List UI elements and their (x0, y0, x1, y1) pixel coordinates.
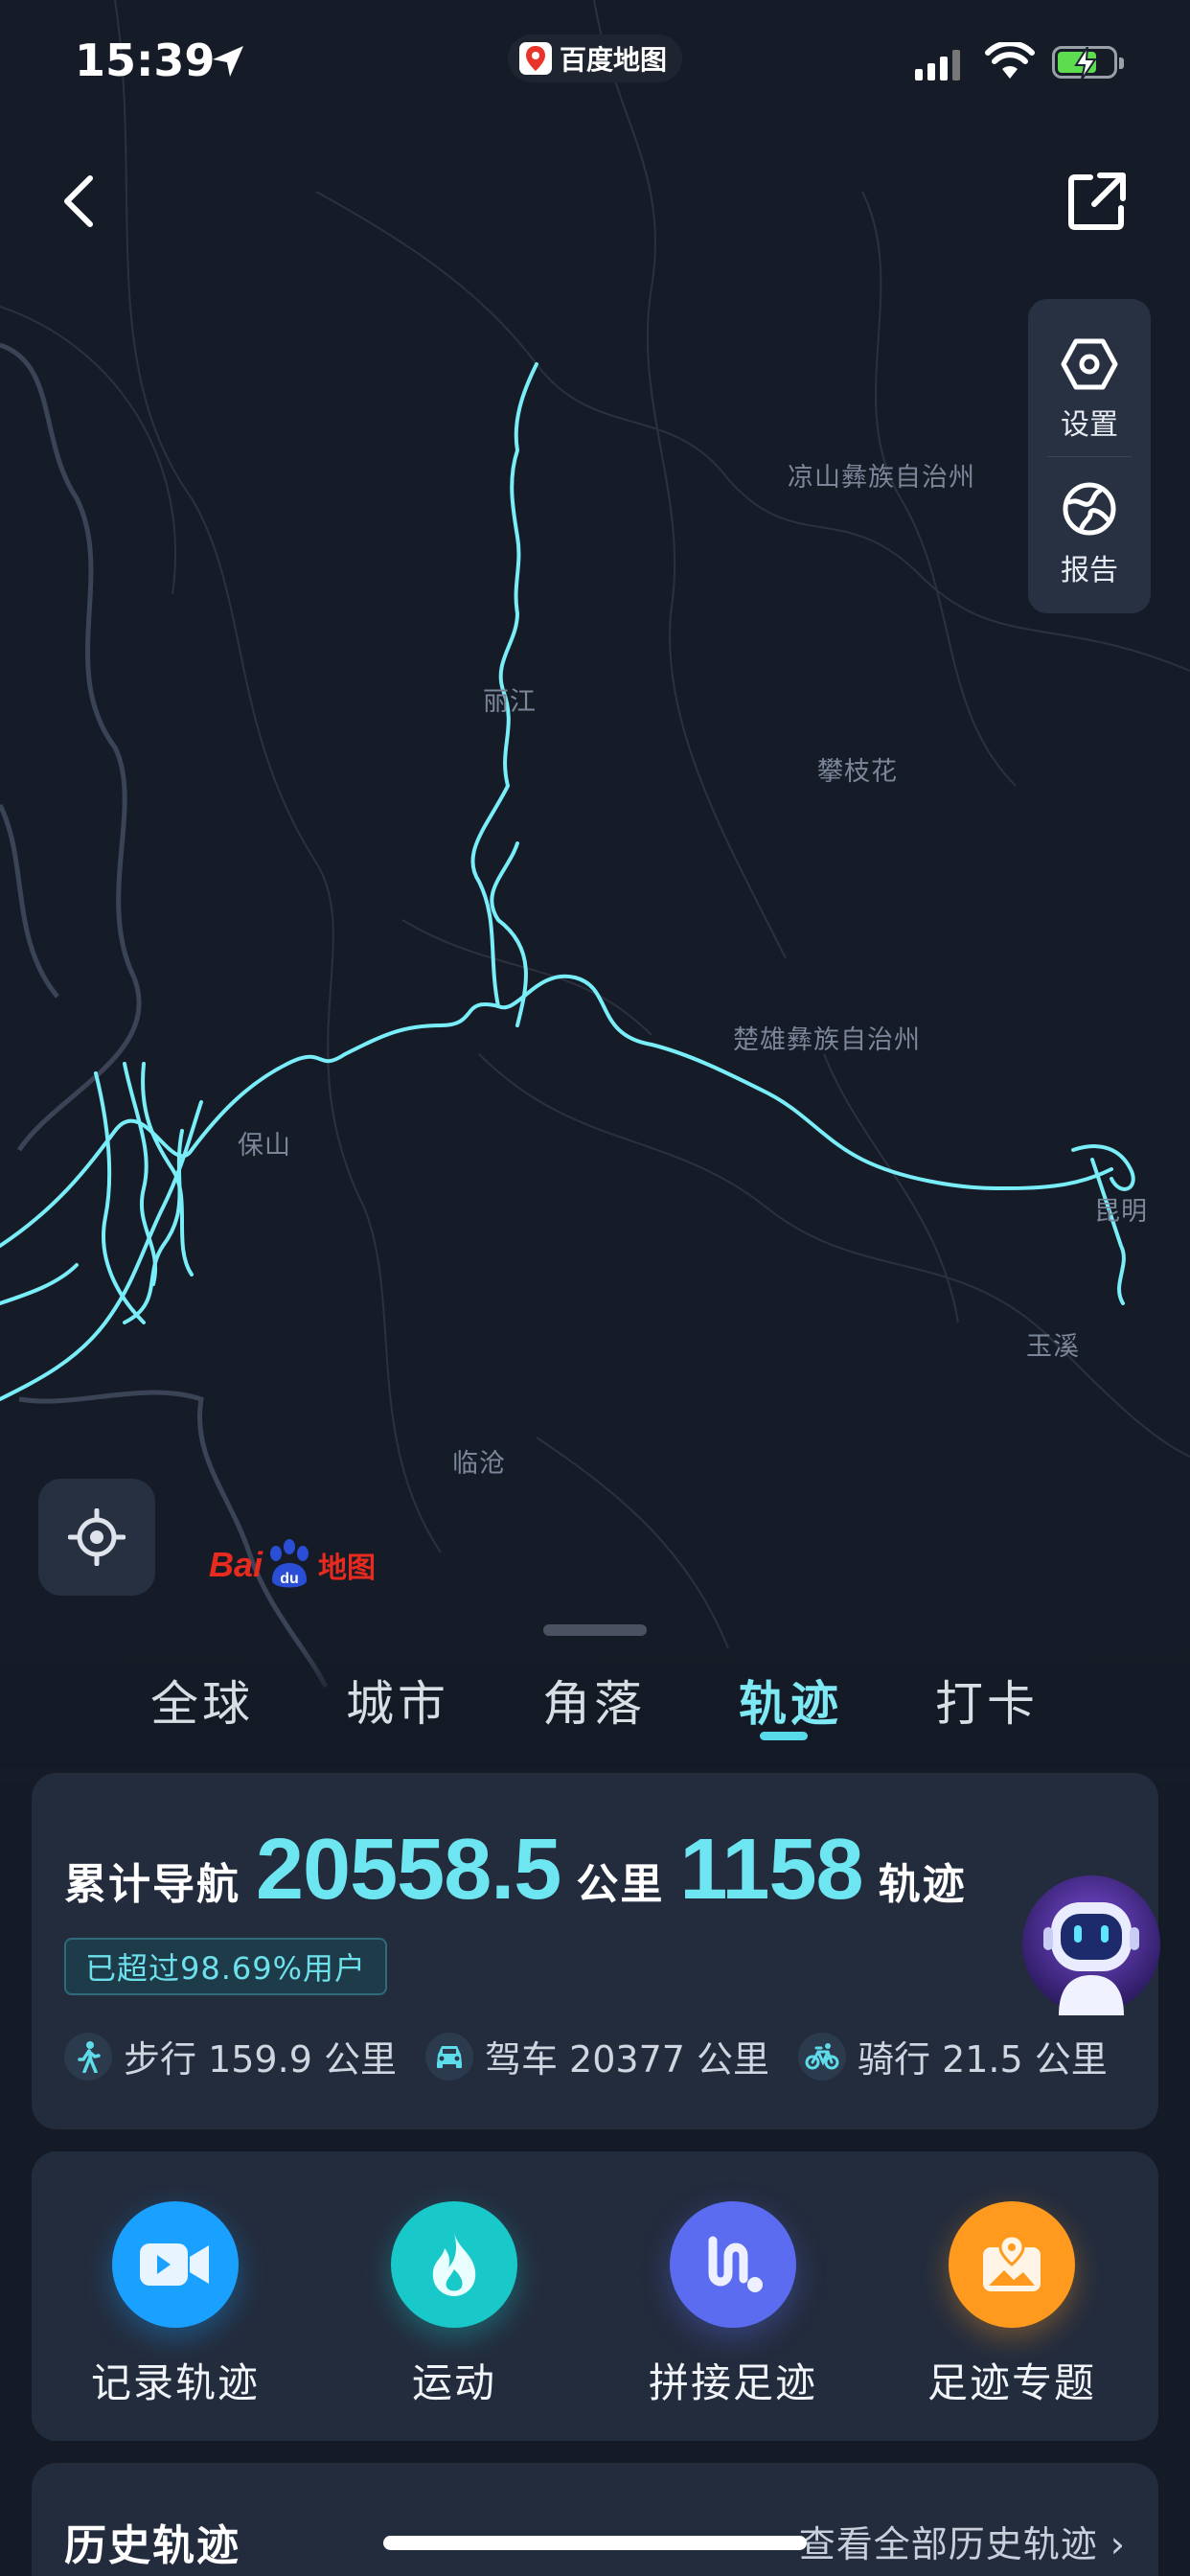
ride-stat-text: 骑行 21.5 公里 (858, 2038, 1108, 2081)
map-canvas[interactable] (0, 0, 1190, 1782)
drive-stat: 驾车 20377 公里 (424, 2030, 769, 2082)
walk-stat-text: 步行 159.9 公里 (124, 2038, 397, 2081)
stitch-footprint-label: 拼接足迹 (648, 2359, 817, 2406)
tab-global[interactable]: 全球 (150, 1666, 254, 1735)
stitch-footprint-button[interactable]: 拼接足迹 (628, 2201, 838, 2409)
side-tool-panel: 设置 报告 (1028, 299, 1151, 613)
flame-icon (391, 2201, 517, 2328)
app-name: 百度地图 (560, 44, 668, 76)
history-tracks-card: 历史轨迹 查看全部历史轨迹 › (32, 2463, 1158, 2576)
travel-mode-breakdown: 步行 159.9 公里 驾车 20377 公里 骑行 21.5 公里 (64, 2030, 1108, 2082)
tab-track[interactable]: 轨迹 (739, 1666, 842, 1735)
baidu-map-app-icon (519, 42, 552, 75)
walk-stat: 步行 159.9 公里 (64, 2030, 397, 2082)
map-label-chuxiong: 楚雄彝族自治州 (733, 1025, 921, 1055)
map-label-lincang: 临沧 (452, 1449, 506, 1479)
map-label-lijiang: 丽江 (483, 687, 537, 717)
map-pin-photo-icon (949, 2201, 1075, 2328)
distance-unit: 公里 (576, 1860, 665, 1909)
sport-button[interactable]: 运动 (349, 2201, 560, 2409)
locate-crosshair-icon (68, 1508, 126, 1566)
drive-stat-text: 驾车 20377 公里 (484, 2038, 769, 2081)
history-title: 历史轨迹 (64, 2521, 240, 2570)
total-nav-prefix: 累计导航 (64, 1860, 240, 1909)
back-to-app-pill[interactable]: 百度地图 (508, 34, 683, 82)
locate-me-button[interactable] (38, 1479, 155, 1596)
tab-city[interactable]: 城市 (346, 1666, 449, 1735)
settings-button[interactable]: 设置 (1028, 337, 1151, 443)
map-label-liangshan: 凉山彝族自治州 (788, 463, 975, 493)
sheet-drag-handle[interactable] (543, 1624, 647, 1636)
walk-icon (64, 2032, 112, 2081)
location-arrow-icon (213, 46, 243, 77)
track-unit: 轨迹 (878, 1860, 967, 1909)
battery-icon (1052, 46, 1124, 80)
status-bar: 15:39 百度地图 (0, 0, 1190, 125)
track-count-value: 1158 (679, 1822, 863, 1918)
record-video-icon (112, 2201, 239, 2328)
stitch-path-icon (670, 2201, 796, 2328)
home-indicator[interactable] (383, 2536, 807, 2550)
map-label-baoshan: 保山 (238, 1131, 291, 1161)
active-tab-indicator (760, 1732, 808, 1740)
map-label-kunming: 昆明 (1094, 1197, 1148, 1227)
total-stats-line: 累计导航 20558.5 公里 1158 轨迹 (64, 1821, 967, 1920)
record-track-label: 记录轨迹 (90, 2359, 260, 2406)
navigation-stats-card: 累计导航 20558.5 公里 1158 轨迹 已超过98.69%用户 步行 1… (32, 1773, 1158, 2129)
track-actions-card: 记录轨迹 运动 拼接足迹 足迹专题 (32, 2151, 1158, 2441)
wifi-icon (985, 42, 1035, 79)
sport-label: 运动 (411, 2359, 496, 2406)
tab-corner[interactable]: 角落 (542, 1666, 646, 1735)
view-all-history-link[interactable]: 查看全部历史轨迹 › (799, 2515, 1126, 2567)
settings-hexagon-icon (1061, 338, 1118, 390)
bicycle-icon (798, 2032, 846, 2081)
tab-checkin[interactable]: 打卡 (935, 1666, 1039, 1735)
footprint-topic-label: 足迹专题 (927, 2359, 1096, 2406)
report-label: 报告 (1061, 554, 1118, 587)
svg-text:du: du (280, 1571, 299, 1587)
settings-label: 设置 (1061, 408, 1118, 442)
report-button[interactable]: 报告 (1028, 481, 1151, 588)
ride-stat: 骑行 21.5 公里 (798, 2030, 1108, 2082)
total-distance-value: 20558.5 (256, 1822, 561, 1918)
baidu-map-logo: Bai du 地图 (209, 1538, 376, 1592)
share-export-icon[interactable] (1064, 168, 1131, 235)
map-label-panzhihua: 攀枝花 (817, 757, 898, 787)
baidu-paw-icon: du (270, 1539, 309, 1588)
footprint-topic-button[interactable]: 足迹专题 (906, 2201, 1117, 2409)
cellular-signal-icon (915, 50, 960, 80)
car-icon (424, 2032, 473, 2081)
ai-assistant-robot-icon[interactable] (1020, 1874, 1162, 2015)
map-label-yuxi: 玉溪 (1026, 1332, 1080, 1362)
status-time: 15:39 (75, 34, 216, 86)
globe-report-icon (1063, 482, 1116, 536)
record-track-button[interactable]: 记录轨迹 (70, 2201, 281, 2409)
rank-badge: 已超过98.69%用户 (64, 1938, 388, 1995)
back-icon[interactable] (50, 163, 107, 240)
